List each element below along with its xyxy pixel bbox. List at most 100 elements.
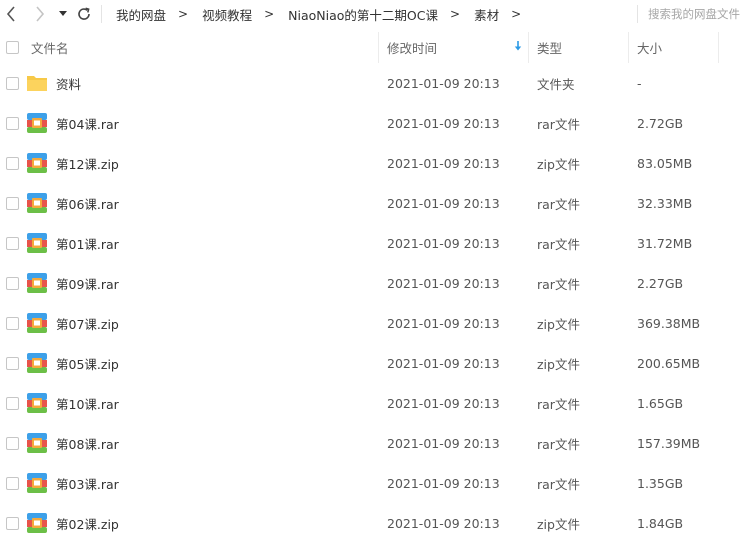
archive-icon bbox=[24, 303, 50, 343]
file-name[interactable]: 第06课.rar bbox=[56, 183, 376, 223]
file-type: rar文件 bbox=[537, 436, 580, 452]
file-type: zip文件 bbox=[537, 516, 580, 532]
column-header-modified[interactable]: 修改时间 bbox=[379, 32, 529, 63]
breadcrumb-separator: > bbox=[178, 7, 189, 21]
file-row[interactable]: 第05课.zip 2021-01-09 20:13 zip文件 200.65MB bbox=[0, 343, 753, 383]
chevron-left-icon bbox=[6, 6, 15, 22]
row-checkbox[interactable] bbox=[5, 516, 19, 530]
row-checkbox[interactable] bbox=[5, 316, 19, 330]
file-row[interactable]: 第08课.rar 2021-01-09 20:13 rar文件 157.39MB bbox=[0, 423, 753, 463]
file-modified: 2021-01-09 20:13 bbox=[387, 475, 500, 491]
search-input[interactable] bbox=[642, 4, 750, 24]
column-header-type[interactable]: 类型 bbox=[529, 32, 629, 63]
file-row[interactable]: 第12课.zip 2021-01-09 20:13 zip文件 83.05MB bbox=[0, 143, 753, 183]
file-row[interactable]: 第06课.rar 2021-01-09 20:13 rar文件 32.33MB bbox=[0, 183, 753, 223]
file-row[interactable]: 第01课.rar 2021-01-09 20:13 rar文件 31.72MB bbox=[0, 223, 753, 263]
file-size: 2.72GB bbox=[637, 115, 684, 131]
chevron-right-icon bbox=[36, 6, 45, 22]
row-checkbox-cell bbox=[0, 503, 24, 543]
file-type: rar文件 bbox=[537, 116, 580, 132]
file-name[interactable]: 第02课.zip bbox=[56, 503, 376, 543]
row-checkbox[interactable] bbox=[5, 436, 19, 450]
file-modified: 2021-01-09 20:13 bbox=[387, 75, 500, 91]
file-modified: 2021-01-09 20:13 bbox=[387, 515, 500, 531]
breadcrumb-item[interactable]: NiaoNiao的第十二期OC课 bbox=[288, 5, 438, 24]
history-dropdown-button[interactable] bbox=[57, 4, 69, 24]
file-type: rar文件 bbox=[537, 236, 580, 252]
archive-icon bbox=[24, 263, 50, 303]
row-checkbox[interactable] bbox=[5, 116, 19, 130]
file-type: zip文件 bbox=[537, 356, 580, 372]
sort-down-arrow-icon bbox=[514, 41, 522, 51]
file-size: 200.65MB bbox=[637, 355, 701, 371]
row-checkbox[interactable] bbox=[5, 156, 19, 170]
file-name[interactable]: 第09课.rar bbox=[56, 263, 376, 303]
file-name[interactable]: 第01课.rar bbox=[56, 223, 376, 263]
row-checkbox[interactable] bbox=[5, 476, 19, 490]
file-row[interactable]: 第04课.rar 2021-01-09 20:13 rar文件 2.72GB bbox=[0, 103, 753, 143]
breadcrumb-separator: > bbox=[264, 7, 275, 21]
file-name[interactable]: 第12课.zip bbox=[56, 143, 376, 183]
breadcrumb-item[interactable]: 素材 bbox=[474, 5, 499, 24]
archive-icon bbox=[24, 463, 50, 503]
archive-icon bbox=[24, 143, 50, 183]
row-checkbox-cell bbox=[0, 303, 24, 343]
column-header-size[interactable]: 大小 bbox=[629, 32, 719, 63]
file-name[interactable]: 资料 bbox=[56, 63, 376, 103]
refresh-button[interactable] bbox=[75, 4, 93, 24]
file-modified: 2021-01-09 20:13 bbox=[387, 355, 500, 371]
file-name[interactable]: 第08课.rar bbox=[56, 423, 376, 463]
file-row[interactable]: 第10课.rar 2021-01-09 20:13 rar文件 1.65GB bbox=[0, 383, 753, 423]
file-name[interactable]: 第04课.rar bbox=[56, 103, 376, 143]
select-all-checkbox[interactable] bbox=[5, 41, 19, 54]
file-modified: 2021-01-09 20:13 bbox=[387, 395, 500, 411]
file-size: 2.27GB bbox=[637, 275, 684, 291]
folder-icon bbox=[24, 63, 50, 103]
row-checkbox-cell bbox=[0, 343, 24, 383]
file-modified: 2021-01-09 20:13 bbox=[387, 315, 500, 331]
file-type: rar文件 bbox=[537, 396, 580, 412]
file-row[interactable]: 第07课.zip 2021-01-09 20:13 zip文件 369.38MB bbox=[0, 303, 753, 343]
toolbar: 我的网盘 > 视频教程 > NiaoNiao的第十二期OC课 > 素材 > bbox=[0, 0, 753, 28]
row-checkbox[interactable] bbox=[5, 356, 19, 370]
column-header-name[interactable]: 文件名 bbox=[24, 32, 379, 63]
file-modified: 2021-01-09 20:13 bbox=[387, 155, 500, 171]
forward-button[interactable] bbox=[31, 4, 49, 24]
search-divider bbox=[637, 5, 638, 23]
file-name[interactable]: 第10课.rar bbox=[56, 383, 376, 423]
back-button[interactable] bbox=[2, 4, 20, 24]
archive-icon bbox=[24, 183, 50, 223]
caret-down-icon bbox=[59, 11, 67, 16]
row-checkbox[interactable] bbox=[5, 396, 19, 410]
file-name[interactable]: 第07课.zip bbox=[56, 303, 376, 343]
archive-icon bbox=[24, 383, 50, 423]
toolbar-divider bbox=[101, 5, 102, 23]
row-checkbox[interactable] bbox=[5, 276, 19, 290]
row-checkbox-cell bbox=[0, 183, 24, 223]
file-modified: 2021-01-09 20:13 bbox=[387, 235, 500, 251]
breadcrumb-item[interactable]: 视频教程 bbox=[202, 5, 252, 24]
file-row[interactable]: 第03课.rar 2021-01-09 20:13 rar文件 1.35GB bbox=[0, 463, 753, 503]
file-row[interactable]: 资料 2021-01-09 20:13 文件夹 - bbox=[0, 63, 753, 103]
row-checkbox[interactable] bbox=[5, 76, 19, 90]
file-modified: 2021-01-09 20:13 bbox=[387, 275, 500, 291]
row-checkbox[interactable] bbox=[5, 236, 19, 250]
archive-icon bbox=[24, 423, 50, 463]
column-header-modified-label: 修改时间 bbox=[387, 41, 438, 56]
file-size: 369.38MB bbox=[637, 315, 701, 331]
archive-icon bbox=[24, 503, 50, 543]
row-checkbox[interactable] bbox=[5, 196, 19, 210]
file-size: 1.35GB bbox=[637, 475, 684, 491]
breadcrumb-separator: > bbox=[450, 7, 461, 21]
file-row[interactable]: 第09课.rar 2021-01-09 20:13 rar文件 2.27GB bbox=[0, 263, 753, 303]
breadcrumb: 我的网盘 > 视频教程 > NiaoNiao的第十二期OC课 > 素材 > bbox=[116, 0, 535, 28]
row-checkbox-cell bbox=[0, 263, 24, 303]
select-all-cell bbox=[0, 32, 24, 63]
file-name[interactable]: 第03课.rar bbox=[56, 463, 376, 503]
file-name[interactable]: 第05课.zip bbox=[56, 343, 376, 383]
breadcrumb-item[interactable]: 我的网盘 bbox=[116, 5, 166, 24]
row-checkbox-cell bbox=[0, 143, 24, 183]
row-checkbox-cell bbox=[0, 383, 24, 423]
column-header-size-label: 大小 bbox=[637, 41, 663, 56]
file-row[interactable]: 第02课.zip 2021-01-09 20:13 zip文件 1.84GB bbox=[0, 503, 753, 543]
